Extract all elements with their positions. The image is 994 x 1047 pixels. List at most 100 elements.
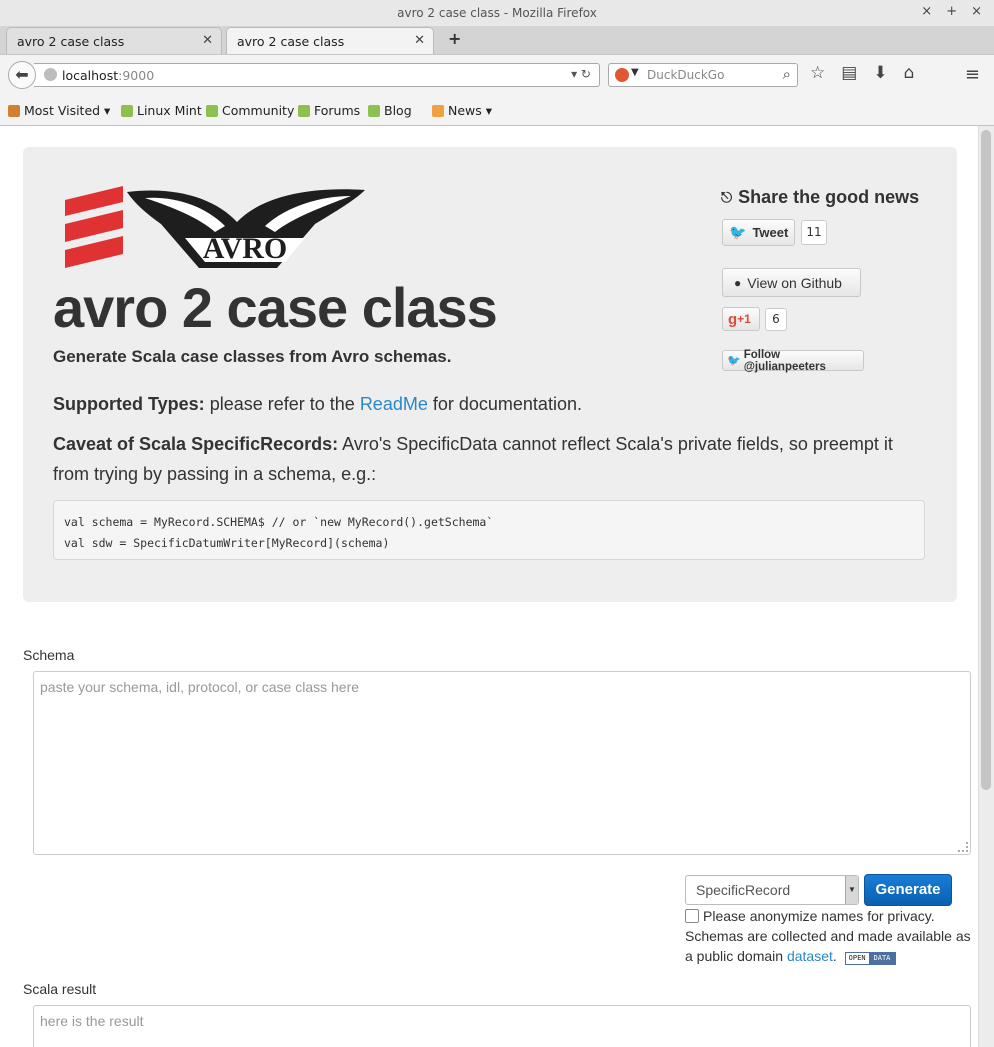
search-icon[interactable]: ⌕ [783, 65, 791, 83]
google-plus-button[interactable]: g +1 [722, 307, 760, 331]
result-label: Scala result [23, 981, 97, 997]
resize-handle[interactable] [958, 842, 968, 852]
window-controls: × + × [921, 4, 982, 19]
downloads-icon[interactable]: ⬇ [873, 63, 887, 83]
github-button[interactable]: ● View on Github [722, 268, 861, 297]
bookmarks-toolbar: Most Visited ▾ Linux Mint Community Foru… [0, 95, 994, 126]
github-icon: ● [734, 275, 742, 290]
schema-label: Schema [23, 647, 75, 663]
tweet-count: 11 [801, 220, 827, 245]
bookmark-label: Blog [384, 103, 412, 118]
bookmark-label: Community [222, 103, 295, 118]
google-plus-icon: g [728, 310, 738, 328]
home-icon[interactable]: ⌂ [904, 63, 915, 83]
bookmark-label: Most Visited ▾ [24, 103, 111, 118]
chevron-down-icon: ▼ [845, 876, 858, 904]
supported-types-text: please refer to the [209, 394, 355, 414]
bookmark-linux-mint[interactable]: Linux Mint [121, 103, 202, 118]
window-title: avro 2 case class - Mozilla Firefox [397, 6, 597, 20]
tab-label: avro 2 case class [17, 34, 125, 49]
tab-2-active[interactable]: avro 2 case class ✕ [226, 27, 434, 54]
window-titlebar: avro 2 case class - Mozilla Firefox × + … [0, 0, 994, 27]
rss-icon [432, 104, 444, 117]
share-panel: ⎋ Share the good news [721, 187, 919, 208]
new-tab-button[interactable]: + [448, 29, 461, 48]
open-data-badge[interactable]: OPEN DATA [844, 952, 897, 965]
duckduckgo-icon [615, 68, 629, 82]
caveat-label: Caveat of Scala SpecificRecords: [53, 434, 339, 454]
tweet-label: Tweet [752, 225, 789, 240]
close-window-button[interactable]: × [971, 4, 982, 19]
readme-link[interactable]: ReadMe [360, 394, 428, 414]
search-bar[interactable]: ▼ DuckDuckGo ⌕ [608, 63, 798, 87]
hamburger-menu-icon[interactable]: ≡ [965, 64, 980, 85]
follow-button[interactable]: 🐦 Follow @julianpeeters [722, 348, 864, 373]
url-host: localhost [62, 68, 119, 83]
bookmark-forums[interactable]: Forums [298, 103, 360, 118]
avro-scala-logo: AVRO [65, 186, 365, 268]
result-placeholder: here is the result [40, 1013, 144, 1029]
bookmark-news[interactable]: News ▾ [432, 103, 492, 118]
url-text[interactable]: localhost:9000 [62, 68, 154, 83]
bookmark-community[interactable]: Community [206, 103, 294, 118]
tab-strip: avro 2 case class ✕ avro 2 case class ✕ … [0, 26, 994, 54]
minimize-button[interactable]: × [921, 4, 932, 19]
search-placeholder: DuckDuckGo [647, 68, 725, 82]
linux-mint-icon [298, 104, 310, 117]
maximize-button[interactable]: + [946, 4, 957, 19]
bookmark-label: News ▾ [448, 103, 493, 118]
record-type-select[interactable]: SpecificRecord ▼ [685, 875, 859, 905]
tab-close-icon[interactable]: ✕ [202, 33, 213, 48]
code-line: val schema = MyRecord.SCHEMA$ // or `new… [64, 515, 494, 529]
supported-types-paragraph: Supported Types: please refer to the Rea… [53, 389, 913, 419]
open-data-badge-left: OPEN [845, 953, 869, 964]
reload-icon[interactable]: ▾ ↻ [571, 67, 591, 81]
tab-close-icon[interactable]: ✕ [414, 33, 425, 48]
globe-icon [44, 68, 57, 81]
bookmark-most-visited[interactable]: Most Visited ▾ [8, 103, 110, 118]
linux-mint-icon [206, 104, 218, 117]
search-engine-dropdown-icon[interactable]: ▼ [631, 67, 639, 78]
follow-label: Follow @julianpeeters [743, 348, 826, 373]
generate-button[interactable]: Generate [864, 874, 952, 906]
collection-notice: Schemas are collected and made available… [685, 928, 971, 965]
navigation-toolbar: localhost:9000 ▾ ↻ ⬅ ▼ DuckDuckGo ⌕ ☆ ▤ … [0, 54, 994, 95]
result-textarea[interactable]: here is the result [33, 1005, 971, 1047]
share-title: Share the good news [738, 187, 920, 207]
tab-1[interactable]: avro 2 case class ✕ [6, 27, 222, 54]
dataset-link[interactable]: dataset [787, 948, 833, 964]
caveat-paragraph: Caveat of Scala SpecificRecords: Avro's … [53, 429, 913, 489]
tweet-button[interactable]: 🐦 Tweet [722, 219, 795, 246]
anonymize-row: Please anonymize names for privacy. [685, 906, 975, 926]
url-bar[interactable]: localhost:9000 ▾ ↻ [34, 63, 600, 87]
url-port: :9000 [118, 68, 155, 83]
toolbar-icons: ☆ ▤ ⬇ ⌂ [810, 63, 914, 83]
bookmark-blog[interactable]: Blog [368, 103, 412, 118]
reading-list-icon[interactable]: ▤ [841, 63, 857, 83]
tab-label: avro 2 case class [237, 34, 345, 49]
google-plus-label: +1 [737, 312, 751, 326]
share-heading: ⎋ Share the good news [721, 187, 919, 208]
supported-types-suffix: for documentation. [432, 394, 582, 414]
bookmark-label: Forums [314, 103, 361, 118]
logo-text: AVRO [203, 232, 287, 265]
back-button[interactable]: ⬅ [8, 61, 36, 89]
bookmark-star-icon[interactable]: ☆ [810, 63, 825, 83]
bookmark-label: Linux Mint [137, 103, 202, 118]
schema-textarea[interactable]: paste your schema, idl, protocol, or cas… [33, 671, 971, 855]
scrollbar-thumb[interactable] [981, 130, 991, 790]
anonymize-checkbox[interactable] [685, 909, 699, 923]
linux-mint-icon [121, 104, 133, 117]
linux-mint-icon [368, 104, 380, 117]
google-plus-count: 6 [765, 308, 787, 331]
code-line: val sdw = SpecificDatumWriter[MyRecord](… [64, 536, 390, 550]
page-content: AVRO avro 2 case class Generate Scala ca… [0, 126, 978, 1047]
code-example: val schema = MyRecord.SCHEMA$ // or `new… [53, 500, 925, 560]
anonymize-label: Please anonymize names for privacy. [703, 908, 935, 924]
select-value: SpecificRecord [696, 882, 791, 898]
share-icon: ⎋ [721, 189, 733, 205]
hero-jumbotron: AVRO avro 2 case class Generate Scala ca… [23, 147, 957, 602]
privacy-notice: Please anonymize names for privacy. Sche… [685, 906, 975, 966]
schema-placeholder: paste your schema, idl, protocol, or cas… [40, 679, 360, 695]
twitter-icon: 🐦 [727, 355, 741, 367]
